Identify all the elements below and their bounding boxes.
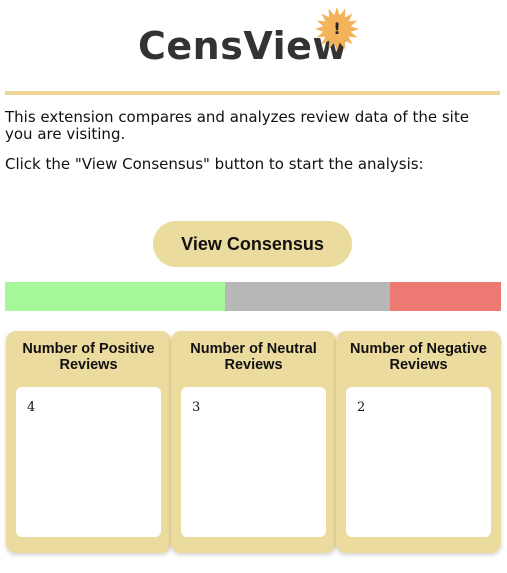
negative-reviews-title: Number of Negative Reviews [350, 341, 487, 373]
neutral-reviews-panel: 3 [181, 387, 326, 537]
header: CensView ! [0, 0, 507, 92]
sentiment-bar-positive [5, 282, 226, 311]
starburst-icon: ! [314, 6, 360, 52]
neutral-reviews-title: Number of Neutral Reviews [190, 341, 317, 373]
sentiment-bar-negative [390, 282, 501, 311]
positive-reviews-card: Number of Positive Reviews 4 [6, 331, 171, 553]
sentiment-bar-neutral [225, 282, 391, 311]
review-count-cards: Number of Positive Reviews 4 Number of N… [4, 331, 502, 555]
exclamation-icon: ! [333, 19, 341, 38]
header-divider [5, 91, 500, 95]
positive-reviews-title: Number of Positive Reviews [22, 341, 155, 373]
intro-text: This extension compares and analyzes rev… [5, 108, 469, 143]
instruction-text: Click the "View Consensus" button to sta… [5, 155, 424, 173]
neutral-reviews-card: Number of Neutral Reviews 3 [171, 331, 336, 553]
view-consensus-button[interactable]: View Consensus [153, 221, 352, 267]
neutral-reviews-count: 3 [192, 400, 201, 415]
positive-reviews-count: 4 [27, 400, 36, 415]
positive-reviews-panel: 4 [16, 387, 161, 537]
negative-reviews-panel: 2 [346, 387, 491, 537]
sentiment-bar [5, 282, 501, 311]
negative-reviews-card: Number of Negative Reviews 2 [336, 331, 501, 553]
negative-reviews-count: 2 [357, 400, 366, 415]
